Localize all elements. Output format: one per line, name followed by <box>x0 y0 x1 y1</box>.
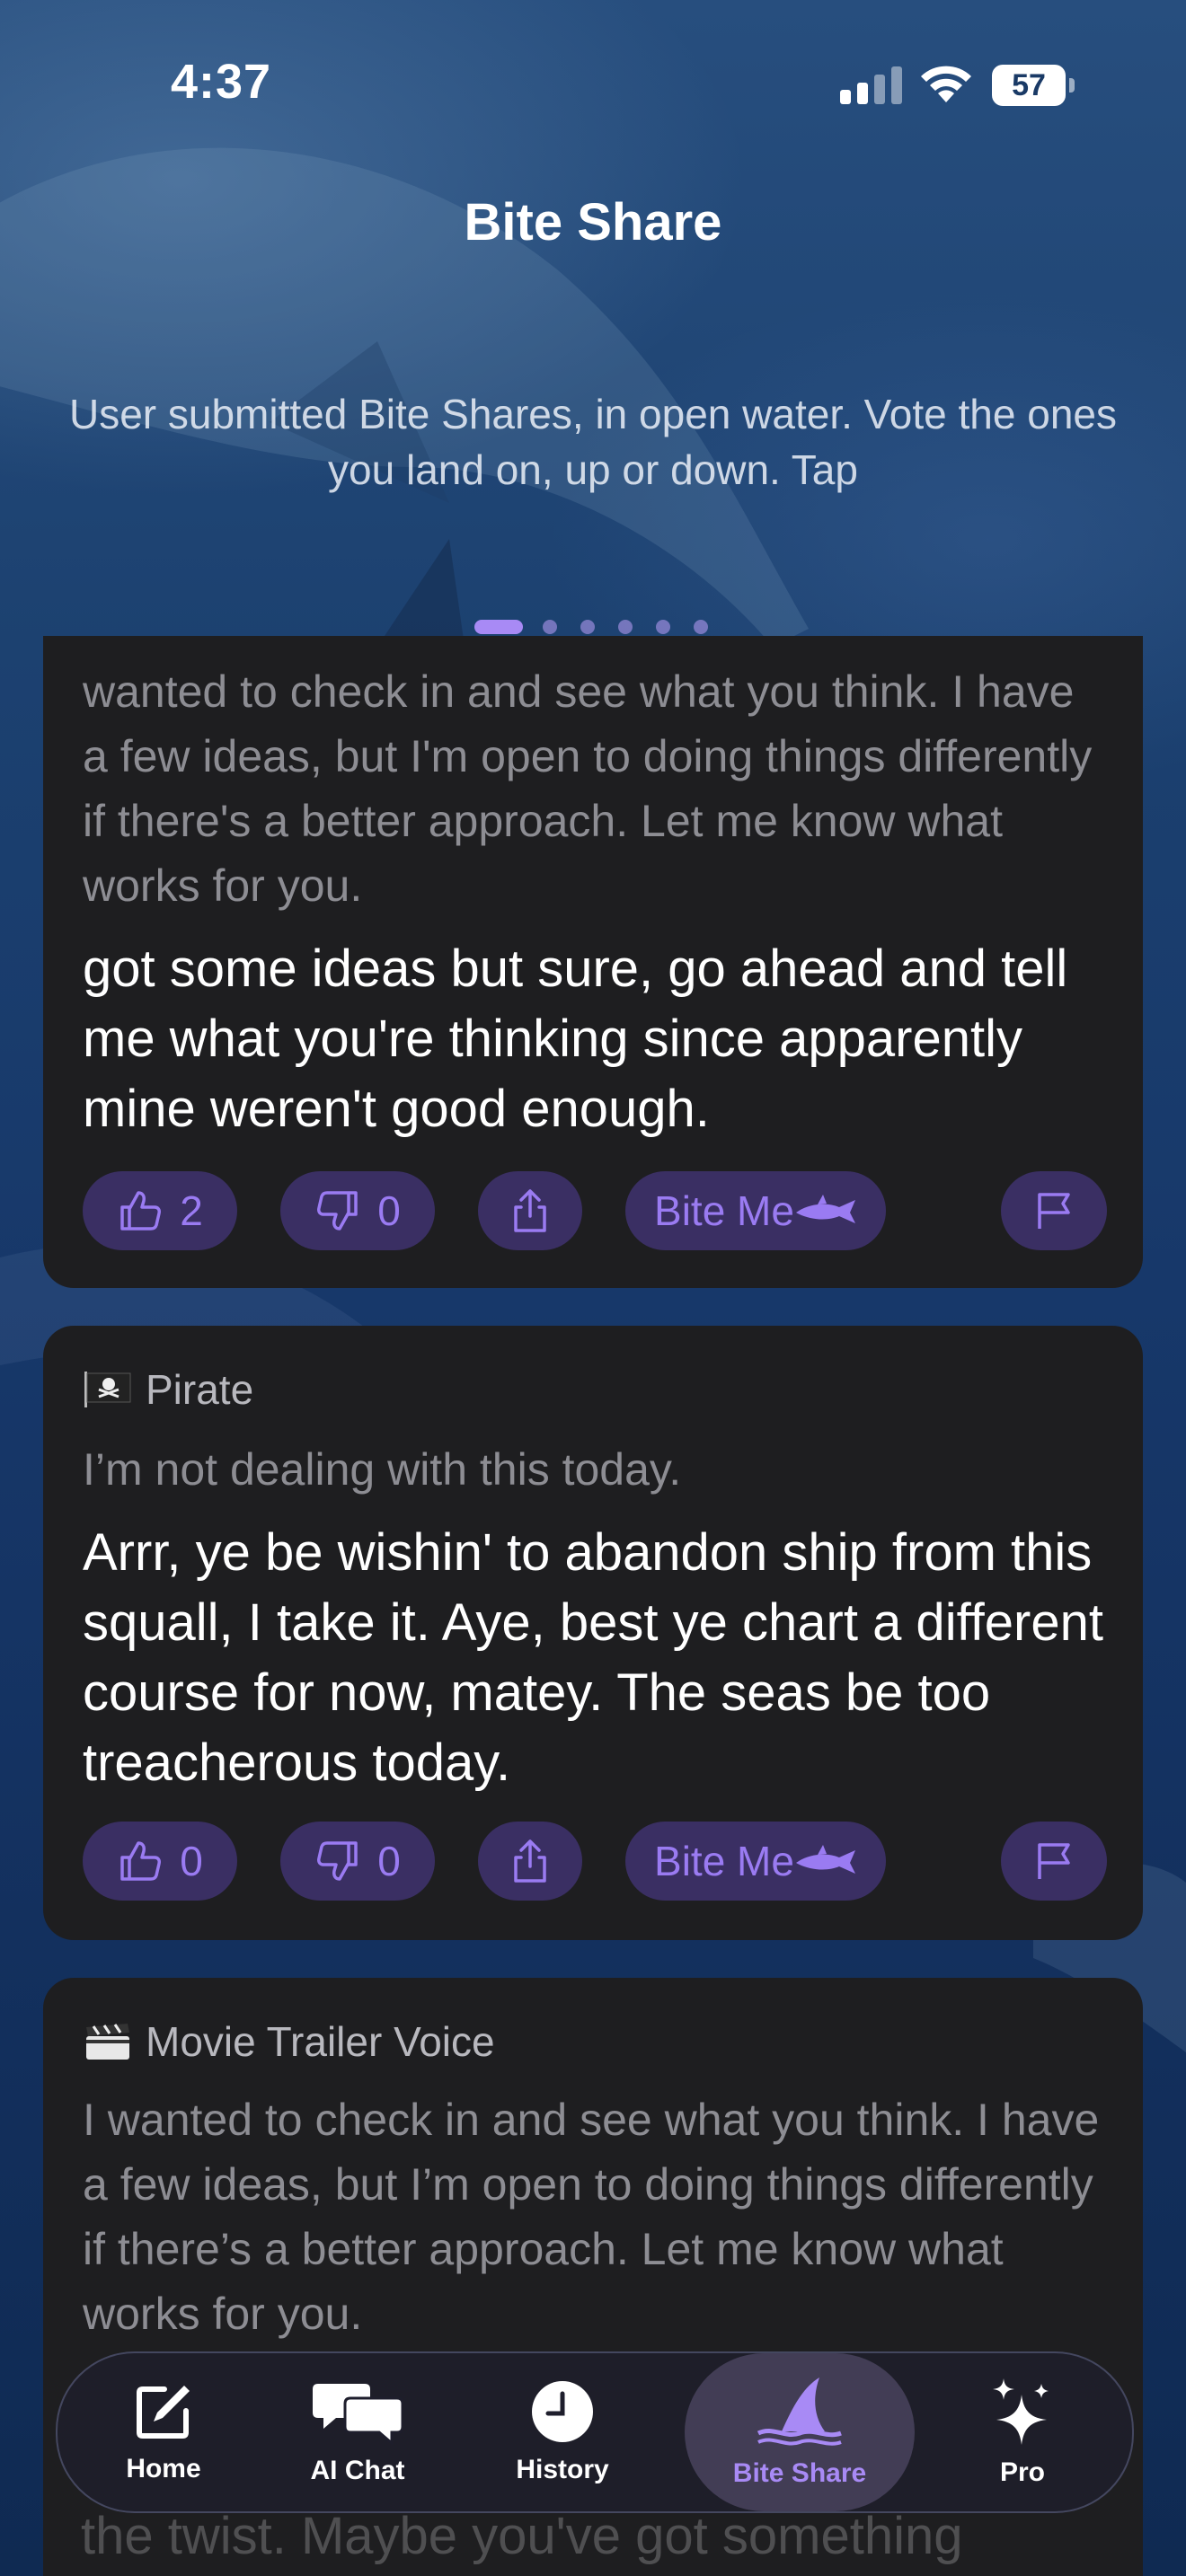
status-time: 4:37 <box>171 55 272 109</box>
thumbs-down-icon <box>317 1191 358 1231</box>
page-dot[interactable] <box>580 620 595 634</box>
flag-icon <box>1038 1843 1070 1879</box>
tab-label: AI Chat <box>310 2456 405 2485</box>
downvote-button[interactable]: 0 <box>280 1822 435 1901</box>
tab-label: History <box>516 2455 609 2484</box>
battery-tip <box>1069 78 1075 93</box>
thumbs-up-icon <box>120 1191 162 1231</box>
report-button[interactable] <box>1001 1822 1107 1901</box>
cellular-signal-icon <box>840 65 903 104</box>
battery-level: 57 <box>992 65 1066 106</box>
pirate-flag-icon <box>84 1372 131 1407</box>
tab-label: Bite Share <box>732 2458 867 2488</box>
bite-me-label: Bite Me <box>654 1838 794 1884</box>
style-tag: Pirate <box>83 1365 253 1414</box>
upvote-button[interactable]: 2 <box>83 1171 237 1250</box>
chat-bubbles-icon <box>313 2384 403 2445</box>
share-button[interactable] <box>478 1171 582 1250</box>
upvote-count: 2 <box>180 1187 203 1234</box>
tab-ai-chat[interactable]: AI Chat <box>270 2353 446 2511</box>
clock-icon <box>532 2381 593 2442</box>
wifi-icon <box>921 66 971 102</box>
tab-history[interactable]: History <box>474 2353 651 2511</box>
bite-share-card: Pirate I’m not dealing with this today. … <box>43 1326 1143 1940</box>
card-actions: 2 0 Bite Me <box>83 1171 1107 1250</box>
downvote-count: 0 <box>377 1187 401 1234</box>
share-icon <box>514 1189 546 1232</box>
reply-message: Arrr, ye be wishin' to abandon ship from… <box>83 1523 1103 1792</box>
page-dot[interactable] <box>618 620 633 634</box>
report-button[interactable] <box>1001 1171 1107 1250</box>
thumbs-up-icon <box>120 1841 162 1881</box>
upvote-count: 0 <box>180 1838 203 1884</box>
tab-bar: Home AI Chat History Bite Share Pro <box>56 2351 1134 2513</box>
page-dot[interactable] <box>694 620 708 634</box>
tab-home[interactable]: Home <box>75 2353 252 2511</box>
upvote-button[interactable]: 0 <box>83 1822 237 1901</box>
original-message: I wanted to check in and see what you th… <box>83 2095 1100 2339</box>
bite-share-card: wanted to check in and see what you thin… <box>43 636 1143 1288</box>
reply-message-partial: the twist. Maybe you've got something <box>81 2507 963 2565</box>
tab-bite-share[interactable]: Bite Share <box>685 2353 915 2511</box>
reply-message: got some ideas but sure, go ahead and te… <box>83 940 1068 1138</box>
bite-me-label: Bite Me <box>654 1187 794 1234</box>
flag-icon <box>1038 1193 1070 1229</box>
share-button[interactable] <box>478 1822 582 1901</box>
bite-me-button[interactable]: Bite Me <box>625 1822 886 1901</box>
downvote-button[interactable]: 0 <box>280 1171 435 1250</box>
shark-fin-icon <box>757 2378 842 2446</box>
clapperboard-icon <box>86 2024 129 2060</box>
tab-pro[interactable]: Pro <box>943 2353 1102 2511</box>
page-subtitle: User submitted Bite Shares, in open wate… <box>68 391 1117 493</box>
compose-icon <box>137 2386 190 2439</box>
page-dot[interactable] <box>543 620 557 634</box>
card-actions: 0 0 Bite Me <box>83 1822 1107 1901</box>
tab-label: Home <box>126 2454 201 2483</box>
share-icon <box>514 1839 546 1883</box>
page-title: Bite Share <box>464 193 722 251</box>
bite-me-button[interactable]: Bite Me <box>625 1171 886 1250</box>
style-tag: Movie Trailer Voice <box>83 2017 495 2066</box>
original-message: I’m not dealing with this today. <box>83 1444 682 1495</box>
style-tag-label: Movie Trailer Voice <box>146 2018 495 2065</box>
page-dot[interactable] <box>656 620 670 634</box>
tab-label: Pro <box>999 2457 1045 2487</box>
downvote-count: 0 <box>377 1838 401 1884</box>
shark-icon <box>795 1195 855 1223</box>
status-bar: 4:37 57 <box>0 0 1186 171</box>
original-message: wanted to check in and see what you thin… <box>83 666 1093 911</box>
shark-icon <box>795 1845 855 1874</box>
sparkles-icon <box>993 2378 1049 2445</box>
page-dot[interactable] <box>474 620 523 634</box>
style-tag-label: Pirate <box>146 1366 254 1413</box>
battery-indicator: 57 <box>992 65 1075 106</box>
thumbs-down-icon <box>317 1841 358 1881</box>
